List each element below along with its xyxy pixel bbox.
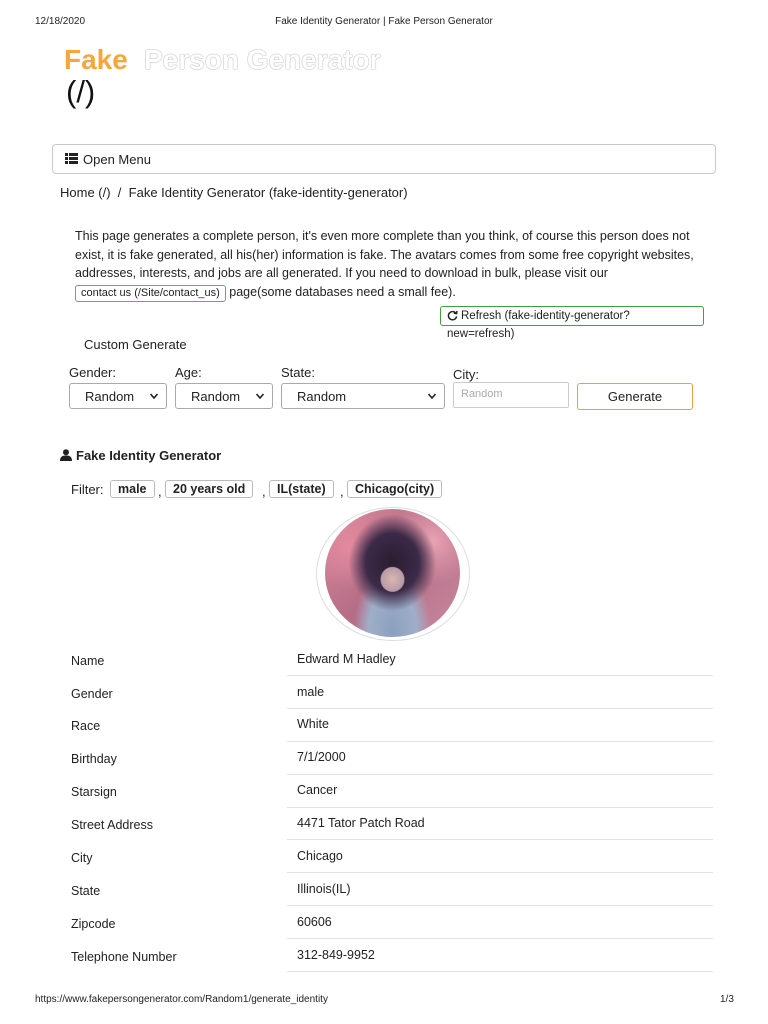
identity-label-name: Name [71,654,105,668]
filter-chip-state[interactable]: IL(state) [269,480,334,498]
age-select[interactable]: Random [175,383,273,409]
chevron-down-icon [150,393,158,399]
list-icon [65,153,78,164]
row-divider [287,708,713,709]
avatar [325,509,460,637]
row-divider [287,675,713,676]
generate-button[interactable]: Generate [577,383,693,410]
logo-person-generator[interactable]: Person Generator [144,44,381,76]
breadcrumb: Home (/) / Fake Identity Generator (fake… [60,185,408,200]
custom-generate-title: Custom Generate [84,337,187,352]
breadcrumb-separator: / [117,185,122,200]
open-menu-label: Open Menu [83,152,151,167]
refresh-button[interactable]: Refresh (fake-identity-generator?new=ref… [440,306,704,340]
filter-separator: , [158,484,162,499]
chevron-down-icon [256,393,264,399]
filter-separator: , [262,484,266,499]
identity-value-street: 4471 Tator Patch Road [297,816,425,830]
identity-label-street: Street Address [71,818,153,832]
identity-label-city: City [71,851,93,865]
identity-label-birthday: Birthday [71,752,117,766]
filter-label: Filter: [71,482,104,497]
breadcrumb-current: Fake Identity Generator (fake-identity-g… [128,185,408,200]
identity-label-starsign: Starsign [71,785,117,799]
row-divider [287,774,713,775]
identity-value-state: Illinois(IL) [297,882,351,896]
identity-value-name: Edward M Hadley [297,652,396,666]
user-icon [60,449,72,461]
identity-label-state: State [71,884,101,898]
row-divider [287,971,713,972]
identity-label-telephone: Telephone Number [71,950,177,964]
identity-value-starsign: Cancer [297,783,338,797]
identity-value-telephone: 312-849-9952 [297,948,375,962]
print-title: Fake Identity Generator | Fake Person Ge… [275,16,493,27]
filter-separator: , [340,484,344,499]
chevron-down-icon [428,393,436,399]
refresh-icon [447,310,458,321]
identity-value-birthday: 7/1/2000 [297,750,346,764]
logo-link-path[interactable]: (/) [66,74,95,110]
contact-us-button[interactable]: contact us (/Site/contact_us) [75,284,226,302]
open-menu-button[interactable]: Open Menu [52,144,716,174]
section-title-text: Fake Identity Generator [76,448,222,463]
identity-label-race: Race [71,719,101,733]
intro-text: This page generates a complete person, i… [75,229,694,280]
age-select-value: Random [191,389,241,404]
row-divider [287,905,713,906]
intro-text-end: page(some databases need a small fee). [225,284,456,299]
city-label: City: [453,367,479,382]
identity-label-gender: Gender [71,687,113,701]
identity-value-gender: male [297,685,325,699]
identity-value-zipcode: 60606 [297,915,332,929]
filter-chip-city[interactable]: Chicago(city) [347,480,443,498]
intro-paragraph: This page generates a complete person, i… [75,227,715,302]
identity-label-zipcode: Zipcode [71,917,116,931]
identity-value-race: White [297,717,329,731]
identity-value-city: Chicago [297,849,343,863]
print-url: https://www.fakepersongenerator.com/Rand… [35,994,328,1005]
breadcrumb-home[interactable]: Home (/) [60,185,111,200]
gender-select-value: Random [85,389,135,404]
row-divider [287,807,713,808]
gender-select[interactable]: Random [69,383,167,409]
row-divider [287,839,713,840]
state-label: State: [281,365,315,380]
state-select-value: Random [297,389,347,404]
filter-chip-age[interactable]: 20 years old [165,480,254,498]
gender-label: Gender: [69,365,116,380]
print-page-number: 1/3 [720,994,734,1005]
logo-fake[interactable]: Fake [64,44,128,76]
state-select[interactable]: Random [281,383,445,409]
city-input-placeholder: Random [461,388,503,400]
section-title: Fake Identity Generator [60,448,221,463]
refresh-label: Refresh (fake-identity-generator?new=ref… [447,310,630,340]
filter-chip-gender[interactable]: male [110,480,155,498]
city-input[interactable]: Random [453,382,569,408]
row-divider [287,872,713,873]
row-divider [287,741,713,742]
age-label: Age: [175,365,202,380]
row-divider [287,938,713,939]
